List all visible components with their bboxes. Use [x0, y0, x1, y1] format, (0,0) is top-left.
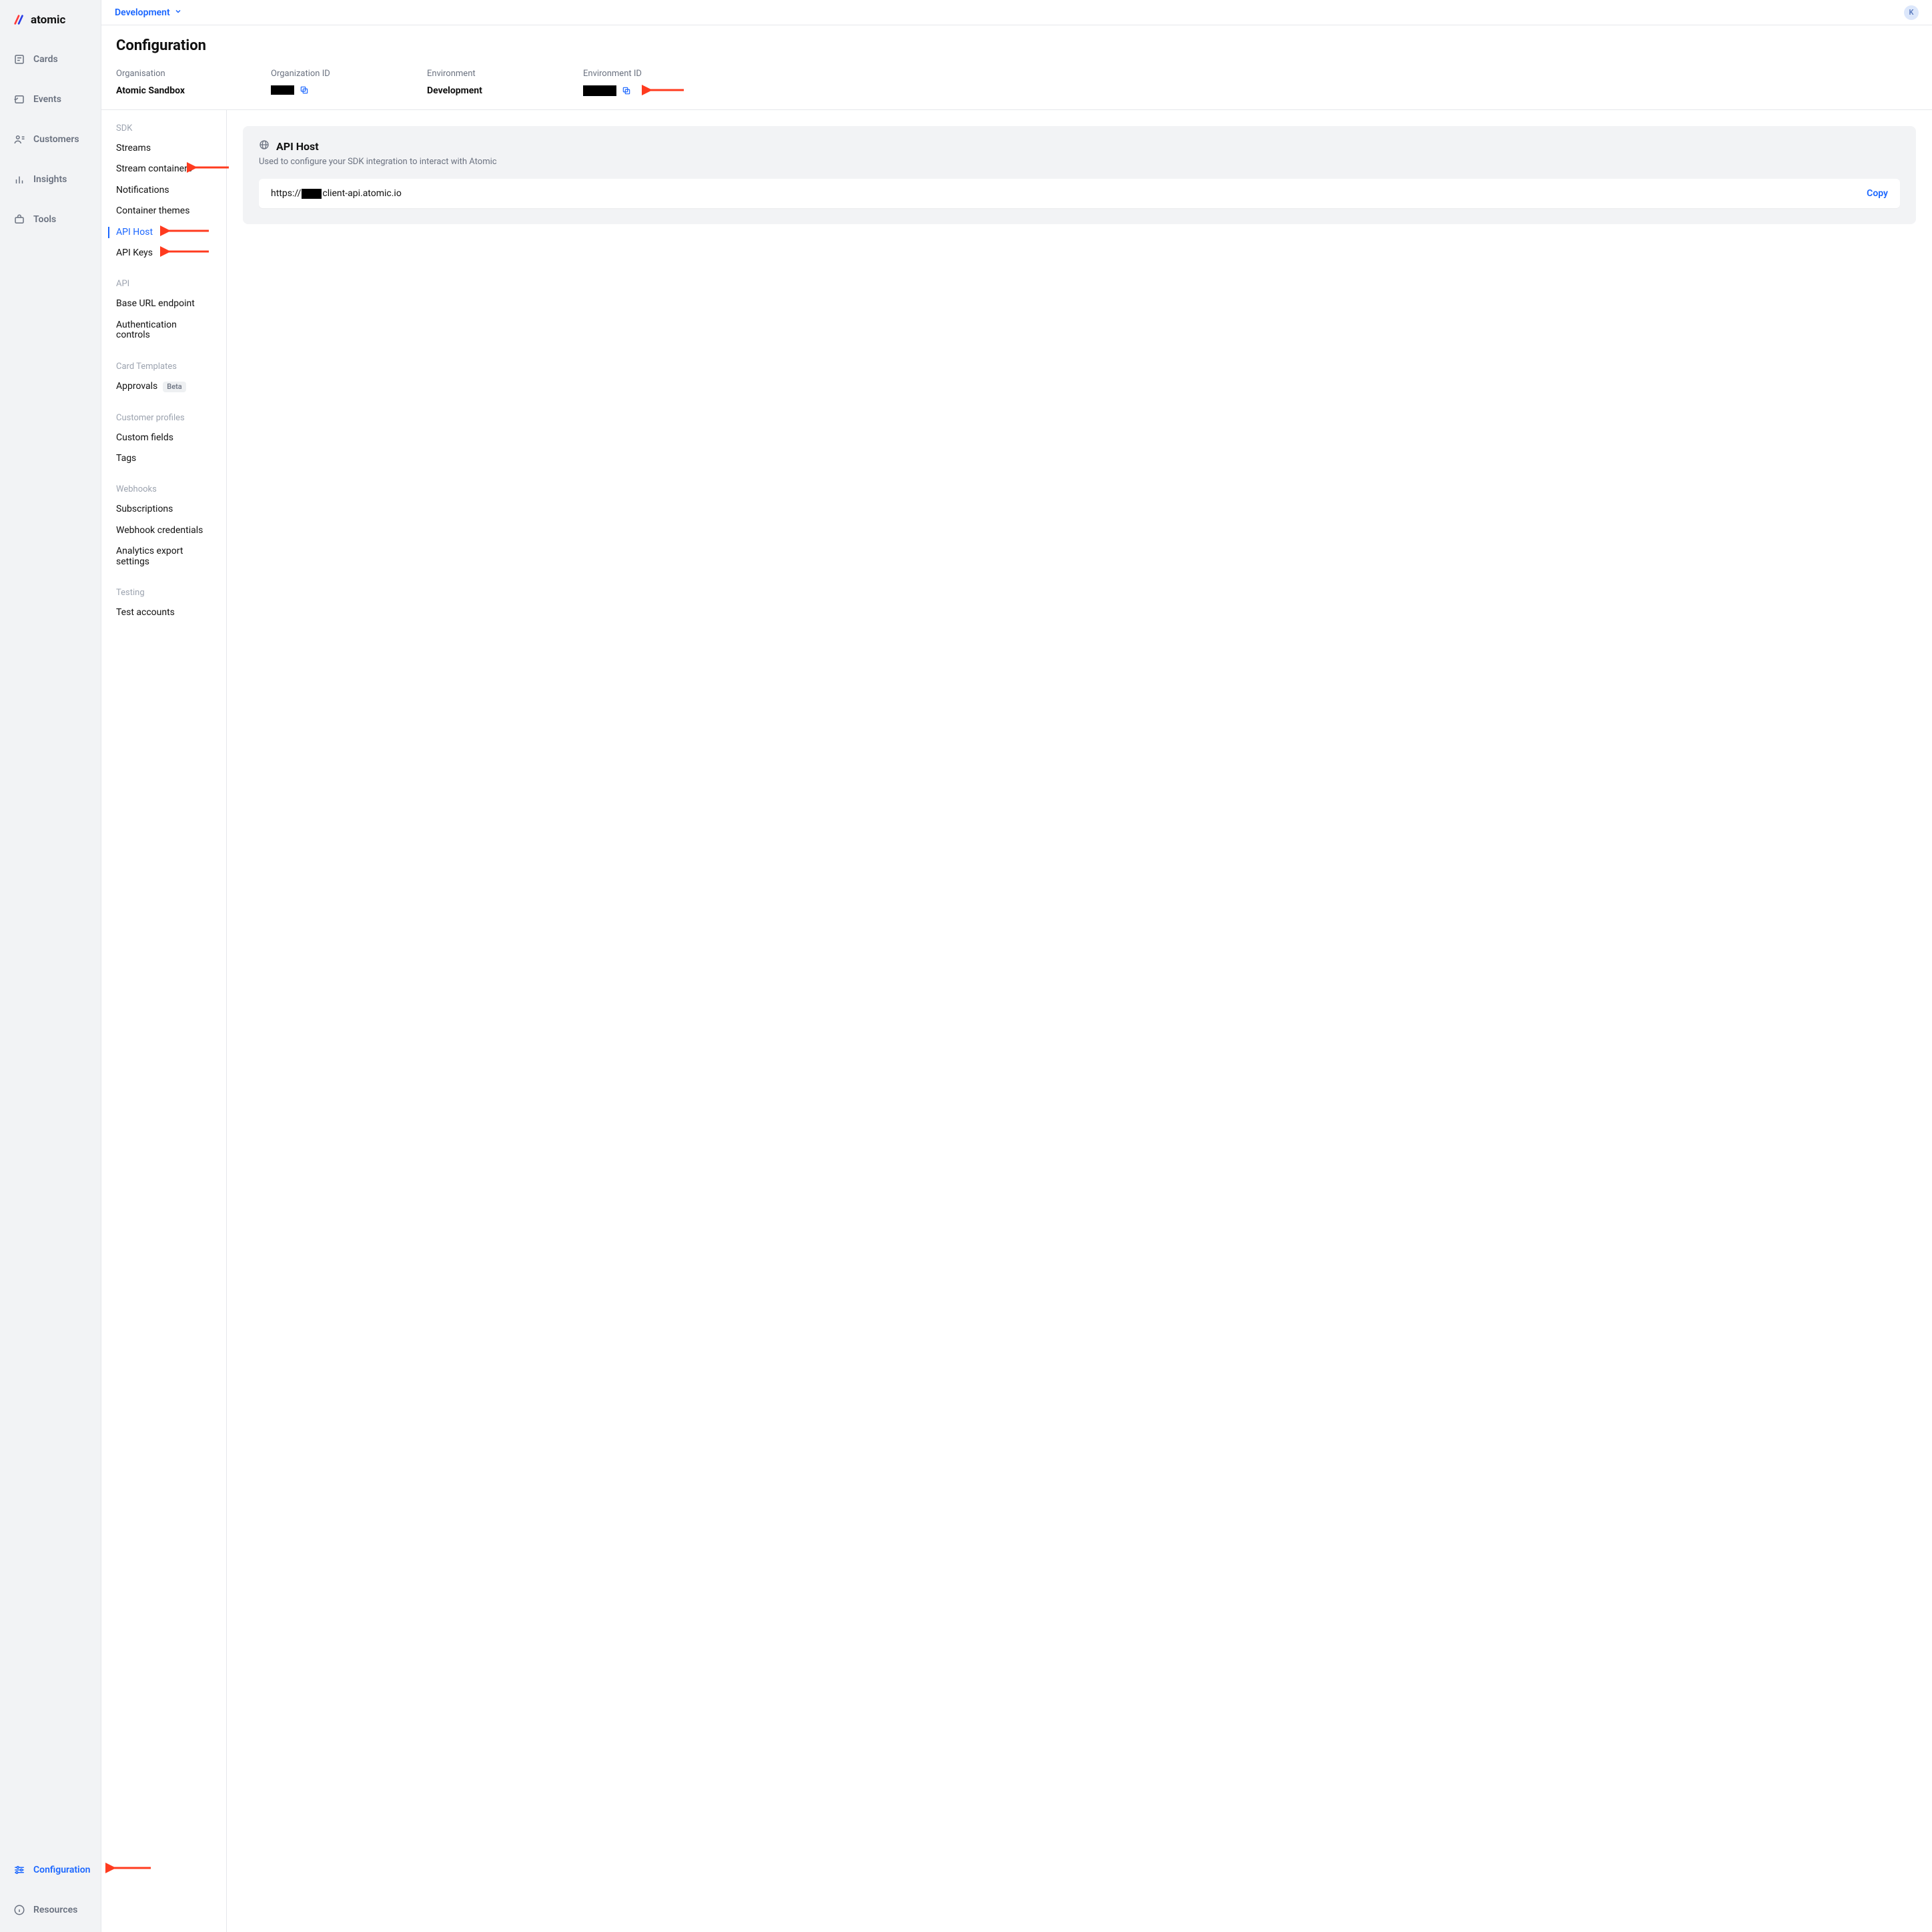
nav-cards-label: Cards [33, 54, 58, 65]
configuration-icon [13, 1864, 25, 1876]
globe-icon [259, 139, 270, 153]
subnav-api-keys[interactable]: API Keys [101, 245, 226, 262]
nav-resources-label: Resources [33, 1905, 77, 1915]
api-host-card: API Host Used to configure your SDK inte… [243, 126, 1916, 224]
org-value: Atomic Sandbox [116, 85, 271, 96]
subnav-container-themes[interactable]: Container themes [101, 203, 226, 219]
copy-envid-icon[interactable] [622, 86, 631, 95]
subnav-tags[interactable]: Tags [101, 450, 226, 467]
org-label: Organisation [116, 69, 271, 79]
nav-insights[interactable]: Insights [0, 165, 101, 193]
subnav-stream-containers[interactable]: Stream containers [101, 161, 226, 177]
config-header: Configuration Organisation Atomic Sandbo… [101, 25, 1932, 110]
user-avatar[interactable]: K [1904, 5, 1919, 20]
env-value: Development [427, 85, 583, 96]
subnav-group-card-templates: Card Templates [101, 362, 226, 378]
events-icon [13, 93, 25, 105]
subnav-test-accounts[interactable]: Test accounts [101, 604, 226, 621]
subnav-api-host[interactable]: API Host [101, 224, 226, 241]
subnav-webhook-credentials[interactable]: Webhook credentials [101, 522, 226, 539]
host-url: https://client-api.atomic.io [271, 188, 402, 199]
envid-redacted [583, 85, 616, 96]
annotation-arrow-api-host [160, 224, 210, 237]
envid-value [583, 85, 1917, 96]
page-title: Configuration [116, 37, 1917, 54]
resources-icon [13, 1904, 25, 1916]
orgid-redacted [271, 85, 294, 95]
annotation-arrow-stream-containers [187, 161, 230, 174]
card-title: API Host [276, 140, 319, 153]
chevron-down-icon [174, 7, 182, 18]
subnav-group-webhooks: Webhooks [101, 484, 226, 501]
nav-customers[interactable]: Customers [0, 125, 101, 153]
topbar: Development K [101, 0, 1932, 25]
customers-icon [13, 133, 25, 145]
subnav-group-customer-profiles: Customer profiles [101, 413, 226, 430]
subnav-group-sdk: SDK [101, 123, 226, 140]
subnav-notifications[interactable]: Notifications [101, 182, 226, 199]
orgid-label: Organization ID [271, 69, 427, 79]
nav-insights-label: Insights [33, 174, 67, 185]
environment-switcher[interactable]: Development [115, 7, 182, 18]
brand-name: atomic [31, 13, 65, 27]
copy-host-button[interactable]: Copy [1867, 188, 1888, 199]
card-subtitle: Used to configure your SDK integration t… [259, 157, 1900, 167]
insights-icon [13, 173, 25, 185]
config-subnav: SDK Streams Stream containers Notificati… [101, 110, 227, 1932]
subnav-approvals[interactable]: Approvals Beta [101, 378, 226, 396]
subnav-group-testing: Testing [101, 588, 226, 604]
subnav-subscriptions[interactable]: Subscriptions [101, 501, 226, 518]
nav-resources[interactable]: Resources [0, 1896, 101, 1924]
nav-events-label: Events [33, 94, 61, 105]
host-redacted [302, 189, 322, 199]
environment-name: Development [115, 7, 170, 18]
brand-logo[interactable]: atomic [0, 0, 101, 45]
subnav-custom-fields[interactable]: Custom fields [101, 430, 226, 446]
content-area: API Host Used to configure your SDK inte… [227, 110, 1932, 1932]
subnav-streams[interactable]: Streams [101, 140, 226, 157]
subnav-auth-controls[interactable]: Authentication controls [101, 317, 226, 344]
nav-tools[interactable]: Tools [0, 205, 101, 233]
annotation-arrow-api-keys [160, 245, 210, 258]
avatar-initial: K [1909, 8, 1914, 17]
nav-events[interactable]: Events [0, 85, 101, 113]
beta-badge: Beta [163, 382, 185, 392]
nav-cards[interactable]: Cards [0, 45, 101, 73]
tools-icon [13, 213, 25, 225]
nav-configuration[interactable]: Configuration [0, 1856, 101, 1884]
subnav-group-api: API [101, 279, 226, 296]
nav-customers-label: Customers [33, 134, 79, 145]
copy-orgid-icon[interactable] [300, 85, 309, 95]
subnav-analytics-export[interactable]: Analytics export settings [101, 543, 226, 570]
subnav-base-url[interactable]: Base URL endpoint [101, 296, 226, 312]
nav-tools-label: Tools [33, 214, 56, 225]
logo-icon [13, 14, 25, 26]
env-label: Environment [427, 69, 583, 79]
envid-label: Environment ID [583, 69, 1917, 79]
host-row: https://client-api.atomic.io Copy [259, 179, 1900, 208]
nav-configuration-label: Configuration [33, 1865, 90, 1875]
cards-icon [13, 53, 25, 65]
orgid-value [271, 85, 427, 95]
primary-sidebar: atomic Cards Events Customers [0, 0, 101, 1932]
